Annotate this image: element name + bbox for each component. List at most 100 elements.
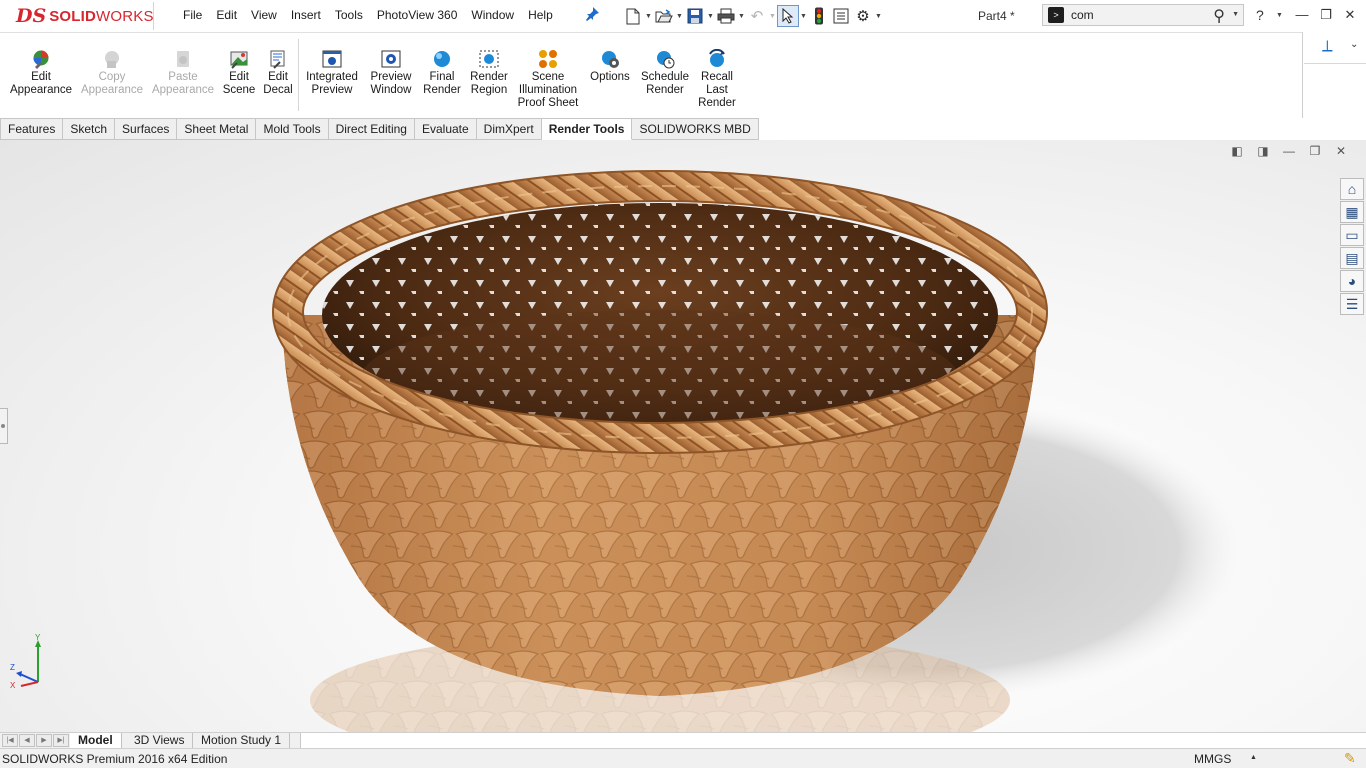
edit-decal-button[interactable]: Edit Decal bbox=[260, 49, 296, 97]
close-icon[interactable]: ✕ bbox=[1340, 6, 1360, 24]
pin-menu-icon[interactable] bbox=[584, 6, 602, 24]
schedule-render-button[interactable]: Schedule Render bbox=[638, 49, 692, 97]
new-dropdown-icon[interactable]: ▼ bbox=[644, 5, 653, 27]
tab-solidworks-mbd[interactable]: SOLIDWORKS MBD bbox=[632, 118, 759, 140]
select-cursor-icon[interactable] bbox=[777, 5, 799, 27]
menu-tools[interactable]: Tools bbox=[328, 8, 370, 22]
help-dropdown-icon[interactable]: ▼ bbox=[1276, 12, 1283, 19]
rebuild-traffic-light-icon[interactable] bbox=[808, 5, 830, 27]
tab-scroll-arrows: |◀ ◀ ▶ ▶| bbox=[2, 734, 70, 747]
menu-bar: File Edit View Insert Tools PhotoView 36… bbox=[176, 8, 560, 22]
next-tab-icon[interactable]: ▶ bbox=[36, 734, 52, 747]
tab-3d-views[interactable]: 3D Views bbox=[126, 733, 194, 749]
menu-window[interactable]: Window bbox=[464, 8, 521, 22]
scene-illumination-icon bbox=[538, 49, 558, 69]
model-tabs-bar: |◀ ◀ ▶ ▶| Model 3D Views Motion Study 1 bbox=[0, 732, 1366, 749]
reference-triad: Y Z X bbox=[8, 633, 48, 690]
quick-access-toolbar: ▼ ▼ ▼ ▼ ↶ ▼ ▼ ⚙ ▼ bbox=[622, 4, 883, 28]
help-icon[interactable]: ? bbox=[1256, 7, 1264, 23]
file-explorer-folder-icon[interactable]: ▭ bbox=[1340, 224, 1364, 246]
edit-scene-button[interactable]: Edit Scene bbox=[220, 49, 258, 97]
menu-file[interactable]: File bbox=[176, 8, 209, 22]
select-dropdown-icon[interactable]: ▼ bbox=[799, 5, 808, 27]
copy-appearance-icon bbox=[102, 49, 122, 69]
unit-system-selector[interactable]: MMGS bbox=[1194, 752, 1231, 766]
print-icon[interactable] bbox=[715, 5, 737, 27]
edition-status-text: SOLIDWORKS Premium 2016 x64 Edition bbox=[2, 752, 228, 766]
scene-illumination-proof-sheet-button[interactable]: Scene Illumination Proof Sheet bbox=[514, 49, 582, 110]
options-button[interactable]: Options bbox=[588, 49, 632, 84]
file-properties-icon[interactable] bbox=[830, 5, 852, 27]
menu-edit[interactable]: Edit bbox=[209, 8, 244, 22]
options-dropdown-icon[interactable]: ▼ bbox=[874, 5, 883, 27]
recall-last-render-button[interactable]: Recall Last Render bbox=[696, 48, 738, 110]
save-icon[interactable] bbox=[684, 5, 706, 27]
new-document-icon[interactable] bbox=[622, 5, 644, 27]
menu-help[interactable]: Help bbox=[521, 8, 560, 22]
command-search-icon[interactable]: > bbox=[1048, 7, 1064, 23]
menu-view[interactable]: View bbox=[244, 8, 284, 22]
minimize-icon[interactable]: — bbox=[1292, 6, 1312, 24]
undo-icon[interactable]: ↶ bbox=[746, 5, 768, 27]
tab-motion-study-1[interactable]: Motion Study 1 bbox=[193, 733, 291, 749]
solidworks-resources-home-icon[interactable]: ⌂ bbox=[1340, 178, 1364, 200]
tab-direct-editing[interactable]: Direct Editing bbox=[328, 118, 415, 140]
custom-properties-icon[interactable]: ☰ bbox=[1340, 293, 1364, 315]
restore-icon[interactable]: ❐ bbox=[1316, 6, 1336, 24]
open-folder-icon[interactable] bbox=[653, 5, 675, 27]
quick-tips-icon[interactable]: ✎ bbox=[1344, 750, 1356, 767]
edit-appearance-button[interactable]: Edit Appearance bbox=[10, 49, 72, 97]
view-orientation-icon[interactable]: ⟂ bbox=[1322, 38, 1333, 56]
appearances-scenes-icon[interactable]: ◕ bbox=[1340, 270, 1364, 292]
design-library-icon[interactable]: ▦ bbox=[1340, 201, 1364, 223]
chevron-down-icon[interactable]: ⌄ bbox=[1350, 39, 1358, 50]
triad-y-label: Y bbox=[35, 634, 41, 642]
tab-sheet-metal[interactable]: Sheet Metal bbox=[177, 118, 257, 140]
paste-appearance-button[interactable]: Paste Appearance bbox=[151, 49, 215, 97]
schedule-render-icon bbox=[655, 49, 675, 69]
triad-x-label: X bbox=[10, 681, 16, 690]
copy-appearance-button[interactable]: Copy Appearance bbox=[80, 49, 144, 97]
preview-window-icon bbox=[381, 49, 401, 69]
status-bar: SOLIDWORKS Premium 2016 x64 Edition MMGS… bbox=[0, 748, 1366, 768]
first-tab-icon[interactable]: |◀ bbox=[2, 734, 18, 747]
final-render-icon bbox=[432, 49, 452, 69]
search-commands-box: > ⚲ ▼ bbox=[1042, 4, 1244, 26]
previous-tab-icon[interactable]: ◀ bbox=[19, 734, 35, 747]
tab-surfaces[interactable]: Surfaces bbox=[115, 118, 178, 140]
options-gear-icon[interactable]: ⚙ bbox=[852, 5, 874, 27]
edit-decal-icon bbox=[268, 49, 288, 69]
search-input[interactable] bbox=[1071, 6, 1201, 24]
search-dropdown-icon[interactable]: ▼ bbox=[1232, 11, 1239, 18]
command-manager: Edit Appearance Copy Appearance Paste Appea… bbox=[0, 32, 1303, 118]
last-tab-icon[interactable]: ▶| bbox=[53, 734, 69, 747]
graphics-area[interactable]: ◧ ◨ — ❐ ✕ ⌂ ▦ ▭ ▤ ◕ ☰ Y Z X bbox=[0, 140, 1366, 732]
recall-render-icon bbox=[707, 48, 727, 69]
menu-insert[interactable]: Insert bbox=[284, 8, 328, 22]
tab-sketch[interactable]: Sketch bbox=[63, 118, 116, 140]
tab-dimxpert[interactable]: DimXpert bbox=[476, 118, 542, 140]
preview-window-button[interactable]: Preview Window bbox=[366, 49, 416, 97]
tab-evaluate[interactable]: Evaluate bbox=[414, 118, 477, 140]
print-dropdown-icon[interactable]: ▼ bbox=[737, 5, 746, 27]
open-dropdown-icon[interactable]: ▼ bbox=[675, 5, 684, 27]
toolbar-divider bbox=[298, 39, 299, 111]
tab-render-tools[interactable]: Render Tools bbox=[541, 118, 633, 140]
undo-dropdown-icon[interactable]: ▼ bbox=[768, 5, 777, 27]
view-palette-icon[interactable]: ▤ bbox=[1340, 247, 1364, 269]
search-icon[interactable]: ⚲ bbox=[1213, 6, 1225, 26]
units-dropdown-icon[interactable]: ▲ bbox=[1250, 754, 1257, 761]
task-pane-tabs: ⌂ ▦ ▭ ▤ ◕ ☰ bbox=[1340, 178, 1366, 316]
command-manager-tabs: Features Sketch Surfaces Sheet Metal Mol… bbox=[0, 118, 759, 140]
solidworks-logo[interactable]: DS SOLIDWORKS bbox=[4, 2, 154, 30]
tab-model[interactable]: Model bbox=[70, 733, 122, 749]
render-region-button[interactable]: Render Region bbox=[466, 49, 512, 97]
menu-photoview-360[interactable]: PhotoView 360 bbox=[370, 8, 465, 22]
final-render-button[interactable]: Final Render bbox=[422, 49, 462, 97]
tab-features[interactable]: Features bbox=[0, 118, 64, 140]
save-dropdown-icon[interactable]: ▼ bbox=[706, 5, 715, 27]
title-bar: DS SOLIDWORKS File Edit View Insert Tool… bbox=[0, 0, 1366, 32]
integrated-preview-button[interactable]: Integrated Preview bbox=[302, 49, 362, 97]
logo-wordmark: SOLIDWORKS bbox=[49, 7, 154, 25]
tab-mold-tools[interactable]: Mold Tools bbox=[256, 118, 329, 140]
